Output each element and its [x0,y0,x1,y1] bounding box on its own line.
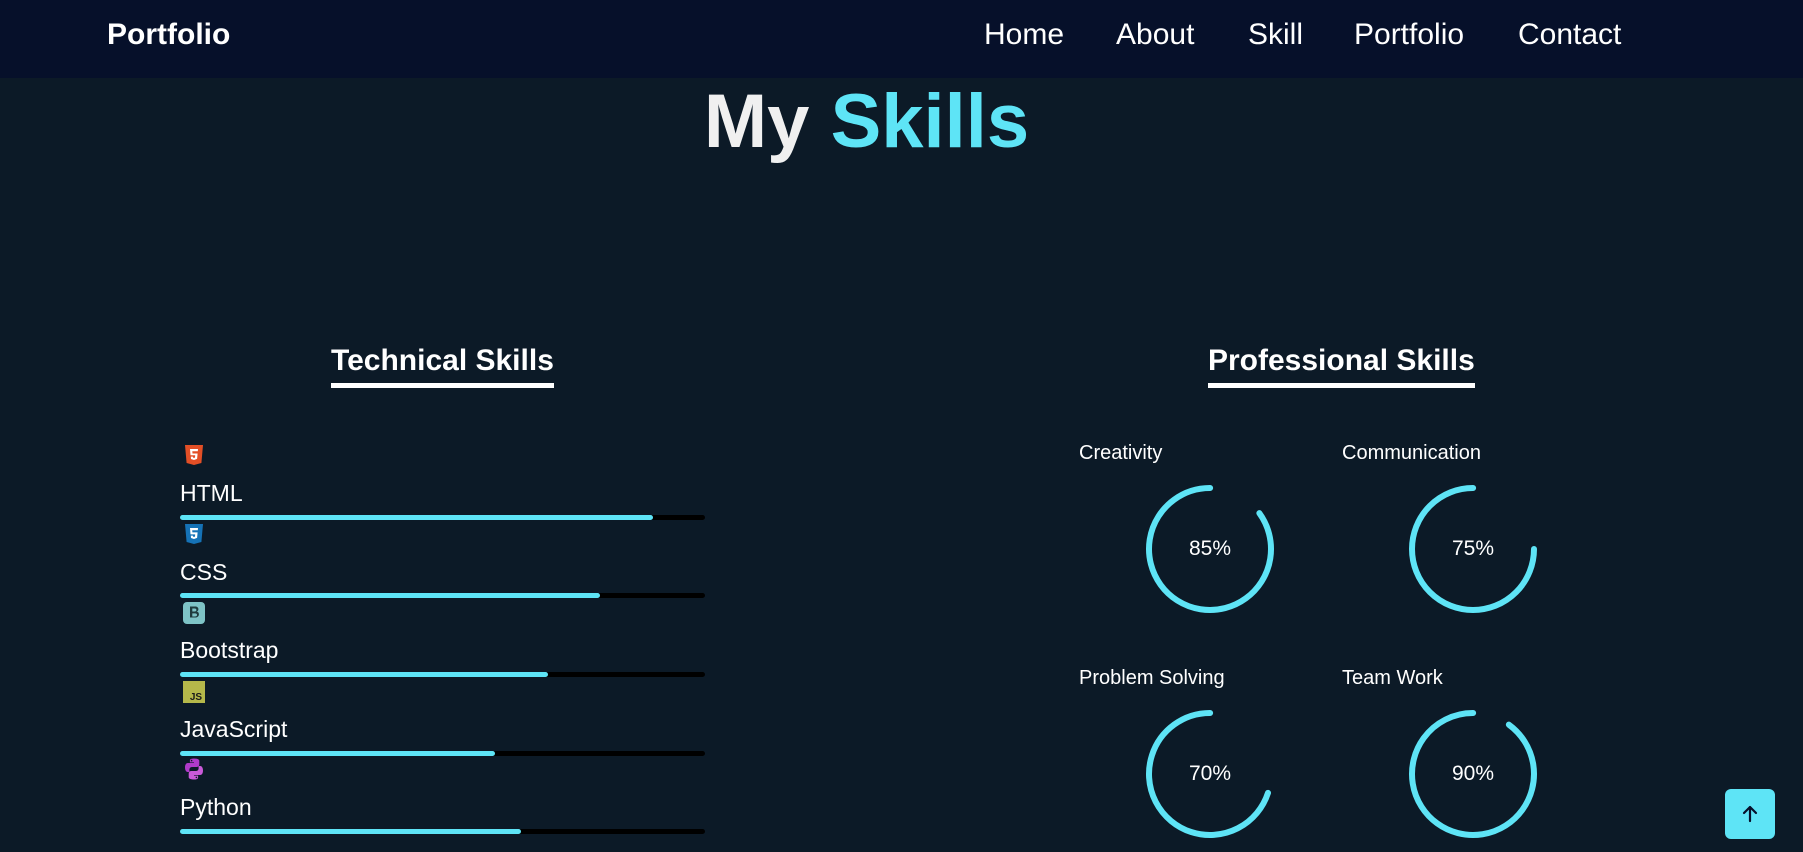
pro-skill-percent-creativity: 85% [1188,537,1232,560]
css3-icon [182,522,206,546]
skill-bar-fill-bootstrap [180,672,548,677]
skill-bar-css [180,593,705,598]
pro-skill-label-creativity: Creativity [1079,442,1163,464]
skill-label-css: CSS [180,559,228,585]
nav-link-contact[interactable]: Contact [1518,17,1621,53]
pro-skill-label-team-work: Team Work [1342,667,1443,689]
skill-label-bootstrap: Bootstrap [180,637,279,663]
bootstrap-icon [182,601,206,625]
pro-skill-ring-problem-solving: 70% [1144,708,1276,840]
skill-bar-fill-python [180,829,522,834]
skill-label-python: Python [180,794,252,820]
pro-skill-ring-team-work: 90% [1407,708,1539,840]
pro-skill-ring-communication: 75% [1407,483,1539,615]
technical-skills-heading: Technical Skills [331,343,554,388]
skill-bar-javascript [180,751,705,756]
html5-icon [182,443,206,467]
skill-label-html: HTML [180,480,243,506]
skill-bar-fill-css [180,593,600,598]
brand-logo[interactable]: Portfolio [107,18,230,52]
pro-skill-ring-creativity: 85% [1144,483,1276,615]
javascript-icon: JS [182,680,206,704]
skill-bar-html [180,515,705,520]
nav-link-skill[interactable]: Skill [1248,17,1303,53]
skill-label-javascript: JavaScript [180,716,288,742]
nav-link-portfolio[interactable]: Portfolio [1354,17,1464,53]
skill-bar-bootstrap [180,672,705,677]
arrow-up-icon [1742,805,1758,823]
python-icon [182,757,206,781]
skill-bar-python [180,829,705,834]
page-title-accent: Skills [830,79,1030,164]
pro-skill-percent-problem-solving: 70% [1188,762,1232,785]
skill-bar-fill-javascript [180,751,495,756]
page-title: My Skills [0,78,1733,166]
pro-skill-percent-team-work: 90% [1451,762,1495,785]
professional-skills-heading: Professional Skills [1208,343,1475,388]
pro-skill-label-problem-solving: Problem Solving [1079,667,1225,689]
skill-bar-fill-html [180,515,653,520]
navbar: Portfolio Home About Skill Portfolio Con… [0,0,1803,78]
pro-skill-percent-communication: 75% [1451,537,1495,560]
back-to-top-button[interactable] [1725,789,1775,839]
svg-text:JS: JS [190,692,203,703]
page-title-plain: My [703,79,810,164]
pro-skill-label-communication: Communication [1342,442,1481,464]
nav-link-about[interactable]: About [1116,17,1194,53]
nav-link-home[interactable]: Home [984,17,1064,53]
